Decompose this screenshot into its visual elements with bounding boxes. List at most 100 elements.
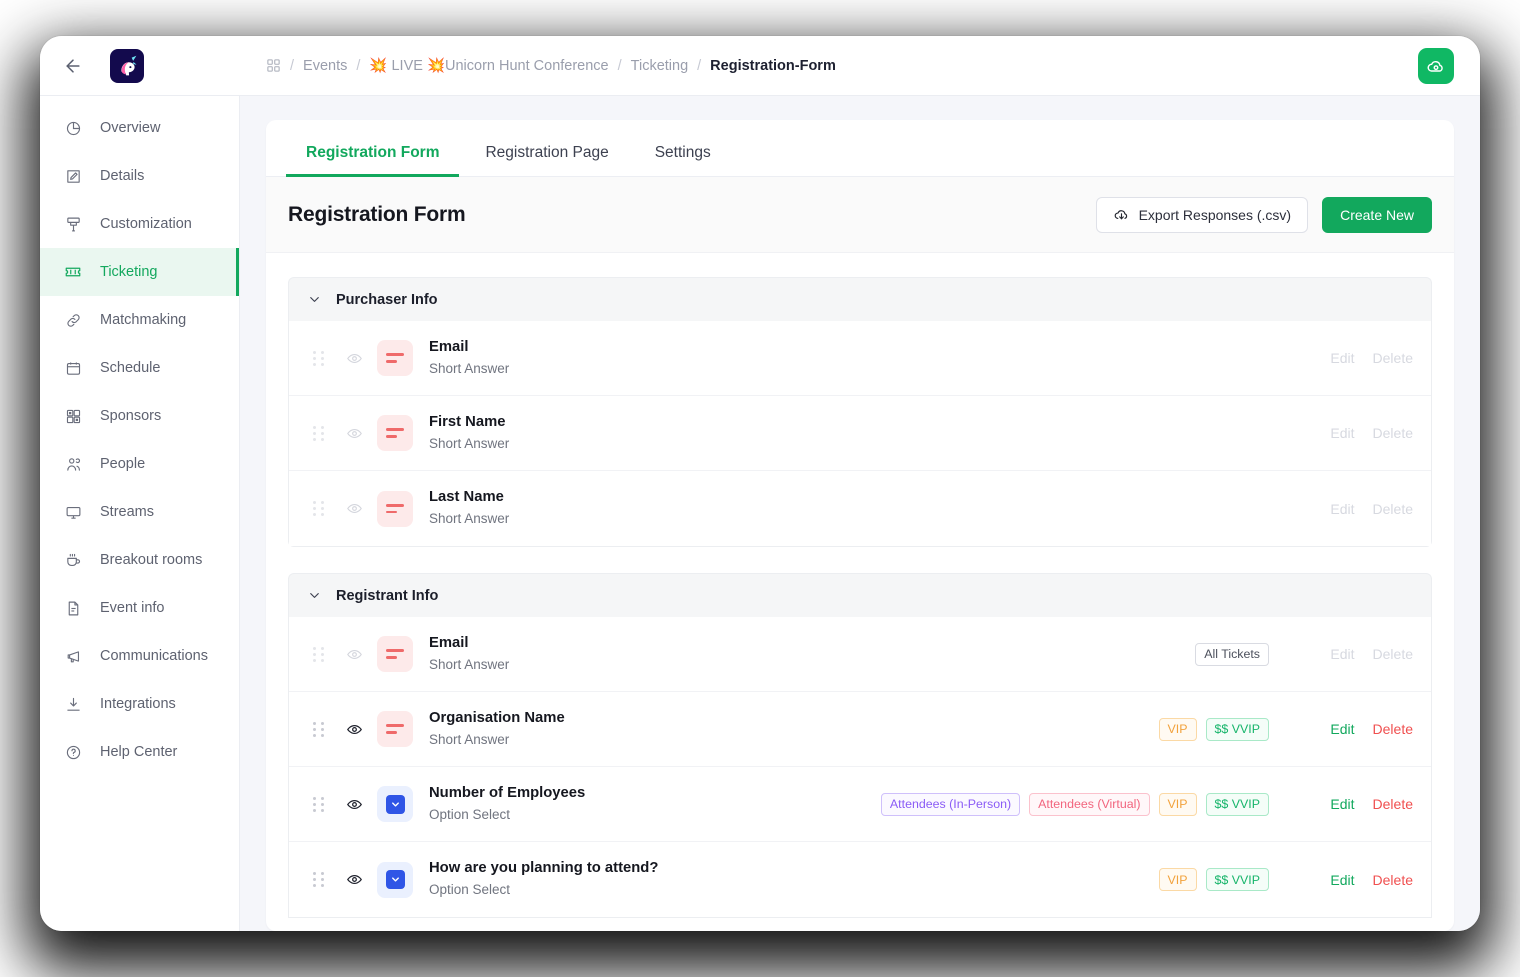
field-name: First Name xyxy=(429,413,509,433)
coffee-icon xyxy=(64,551,82,569)
ticket-tag: VIP xyxy=(1159,718,1197,741)
sidebar-item-matchmaking[interactable]: Matchmaking xyxy=(40,296,239,344)
edit-link[interactable]: Edit xyxy=(1330,721,1354,737)
section-header-registrant-info[interactable]: Registrant Info xyxy=(288,573,1432,617)
row-actions: Edit Delete xyxy=(1295,350,1413,366)
cloud-button[interactable] xyxy=(1418,48,1454,84)
section-header-purchaser-info[interactable]: Purchaser Info xyxy=(288,277,1432,321)
row-actions: Edit Delete xyxy=(1295,796,1413,812)
breadcrumb-separator: / xyxy=(356,58,360,74)
sidebar-item-schedule[interactable]: Schedule xyxy=(40,344,239,392)
table-row: Email Short Answer All Tickets Edit Dele… xyxy=(289,617,1431,692)
question-circle-icon xyxy=(64,743,82,761)
delete-link[interactable]: Delete xyxy=(1373,872,1413,888)
app-logo[interactable] xyxy=(110,49,144,83)
delete-link: Delete xyxy=(1373,350,1413,366)
breadcrumb-ticketing[interactable]: Ticketing xyxy=(631,58,688,74)
visibility-toggle[interactable] xyxy=(331,350,377,367)
section-rows-registrant-info: Email Short Answer All Tickets Edit Dele… xyxy=(288,617,1432,918)
section-rows-purchaser-info: Email Short Answer Edit Delete xyxy=(288,321,1432,547)
ticket-tag: $$ VVIP xyxy=(1206,793,1269,816)
ticket-tag: $$ VVIP xyxy=(1206,868,1269,891)
sidebar-item-overview[interactable]: Overview xyxy=(40,104,239,152)
sidebar-item-people[interactable]: People xyxy=(40,440,239,488)
ticket-tag: Attendees (In-Person) xyxy=(881,793,1020,816)
table-row: Number of Employees Option Select Attend… xyxy=(289,767,1431,842)
field-type: Short Answer xyxy=(429,656,509,675)
form-list: Purchaser Info Email Short Answer xyxy=(266,253,1454,931)
tab-bar: Registration Form Registration Page Sett… xyxy=(266,120,1454,177)
field-type: Short Answer xyxy=(429,731,565,750)
edit-link[interactable]: Edit xyxy=(1330,796,1354,812)
ticket-tag: All Tickets xyxy=(1195,643,1269,666)
sidebar-item-event-info[interactable]: Event info xyxy=(40,584,239,632)
sidebar-item-help-center[interactable]: Help Center xyxy=(40,728,239,776)
file-icon xyxy=(64,599,82,617)
breadcrumb-event-name[interactable]: 💥 LIVE 💥Unicorn Hunt Conference xyxy=(369,57,608,74)
delete-link[interactable]: Delete xyxy=(1373,796,1413,812)
field-info: Email Short Answer xyxy=(429,634,509,675)
delete-link[interactable]: Delete xyxy=(1373,721,1413,737)
field-info: Organisation Name Short Answer xyxy=(429,709,565,750)
section-title: Registrant Info xyxy=(336,588,438,604)
visibility-toggle[interactable] xyxy=(331,796,377,813)
table-row: First Name Short Answer Edit Delete xyxy=(289,396,1431,471)
drag-handle[interactable] xyxy=(305,797,331,812)
create-new-button[interactable]: Create New xyxy=(1322,197,1432,233)
field-name: Number of Employees xyxy=(429,784,585,804)
chevron-down-icon xyxy=(307,588,322,603)
drag-handle[interactable] xyxy=(305,647,331,662)
calendar-icon xyxy=(64,359,82,377)
sidebar-item-integrations[interactable]: Integrations xyxy=(40,680,239,728)
tab-settings[interactable]: Settings xyxy=(635,144,731,176)
cloud-icon xyxy=(1426,56,1446,76)
export-responses-button[interactable]: Export Responses (.csv) xyxy=(1096,197,1309,233)
sidebar-item-breakout-rooms[interactable]: Breakout rooms xyxy=(40,536,239,584)
export-responses-label: Export Responses (.csv) xyxy=(1139,207,1292,223)
visibility-toggle[interactable] xyxy=(331,646,377,663)
sidebar-item-sponsors[interactable]: Sponsors xyxy=(40,392,239,440)
table-row: Email Short Answer Edit Delete xyxy=(289,321,1431,396)
visibility-toggle[interactable] xyxy=(331,721,377,738)
table-row: How are you planning to attend? Option S… xyxy=(289,842,1431,917)
drag-handle[interactable] xyxy=(305,426,331,441)
drag-handle[interactable] xyxy=(305,501,331,516)
sidebar-item-label: Customization xyxy=(100,216,192,232)
delete-link: Delete xyxy=(1373,501,1413,517)
drag-handle[interactable] xyxy=(305,351,331,366)
grid-icon[interactable] xyxy=(266,58,281,73)
ticket-tag: VIP xyxy=(1159,793,1197,816)
breadcrumb-separator: / xyxy=(697,58,701,74)
sidebar-item-communications[interactable]: Communications xyxy=(40,632,239,680)
visibility-toggle[interactable] xyxy=(331,425,377,442)
back-button[interactable] xyxy=(62,55,84,77)
field-info: How are you planning to attend? Option S… xyxy=(429,859,658,900)
edit-link[interactable]: Edit xyxy=(1330,872,1354,888)
visibility-toggle[interactable] xyxy=(331,871,377,888)
download-icon xyxy=(64,695,82,713)
tab-registration-page[interactable]: Registration Page xyxy=(465,144,628,176)
ticket-icon xyxy=(64,263,82,281)
row-actions: Edit Delete xyxy=(1295,646,1413,662)
drag-handle[interactable] xyxy=(305,722,331,737)
edit-link: Edit xyxy=(1330,425,1354,441)
ticket-tag: VIP xyxy=(1159,868,1197,891)
edit-link: Edit xyxy=(1330,646,1354,662)
drag-handle[interactable] xyxy=(305,872,331,887)
visibility-toggle[interactable] xyxy=(331,500,377,517)
sidebar-item-label: People xyxy=(100,456,145,472)
sidebar-item-ticketing[interactable]: Ticketing xyxy=(40,248,239,296)
field-type: Option Select xyxy=(429,881,658,900)
sidebar-item-label: Streams xyxy=(100,504,154,520)
field-info: Last Name Short Answer xyxy=(429,488,509,529)
breadcrumb-separator: / xyxy=(290,58,294,74)
sidebar-item-streams[interactable]: Streams xyxy=(40,488,239,536)
sidebar: Overview Details Customization Ticketing xyxy=(40,96,240,931)
breadcrumb-events[interactable]: Events xyxy=(303,58,347,74)
sidebar-item-customization[interactable]: Customization xyxy=(40,200,239,248)
sidebar-item-details[interactable]: Details xyxy=(40,152,239,200)
short-answer-icon xyxy=(377,340,413,376)
pie-chart-icon xyxy=(64,119,82,137)
short-answer-icon xyxy=(377,491,413,527)
tab-registration-form[interactable]: Registration Form xyxy=(286,144,459,176)
